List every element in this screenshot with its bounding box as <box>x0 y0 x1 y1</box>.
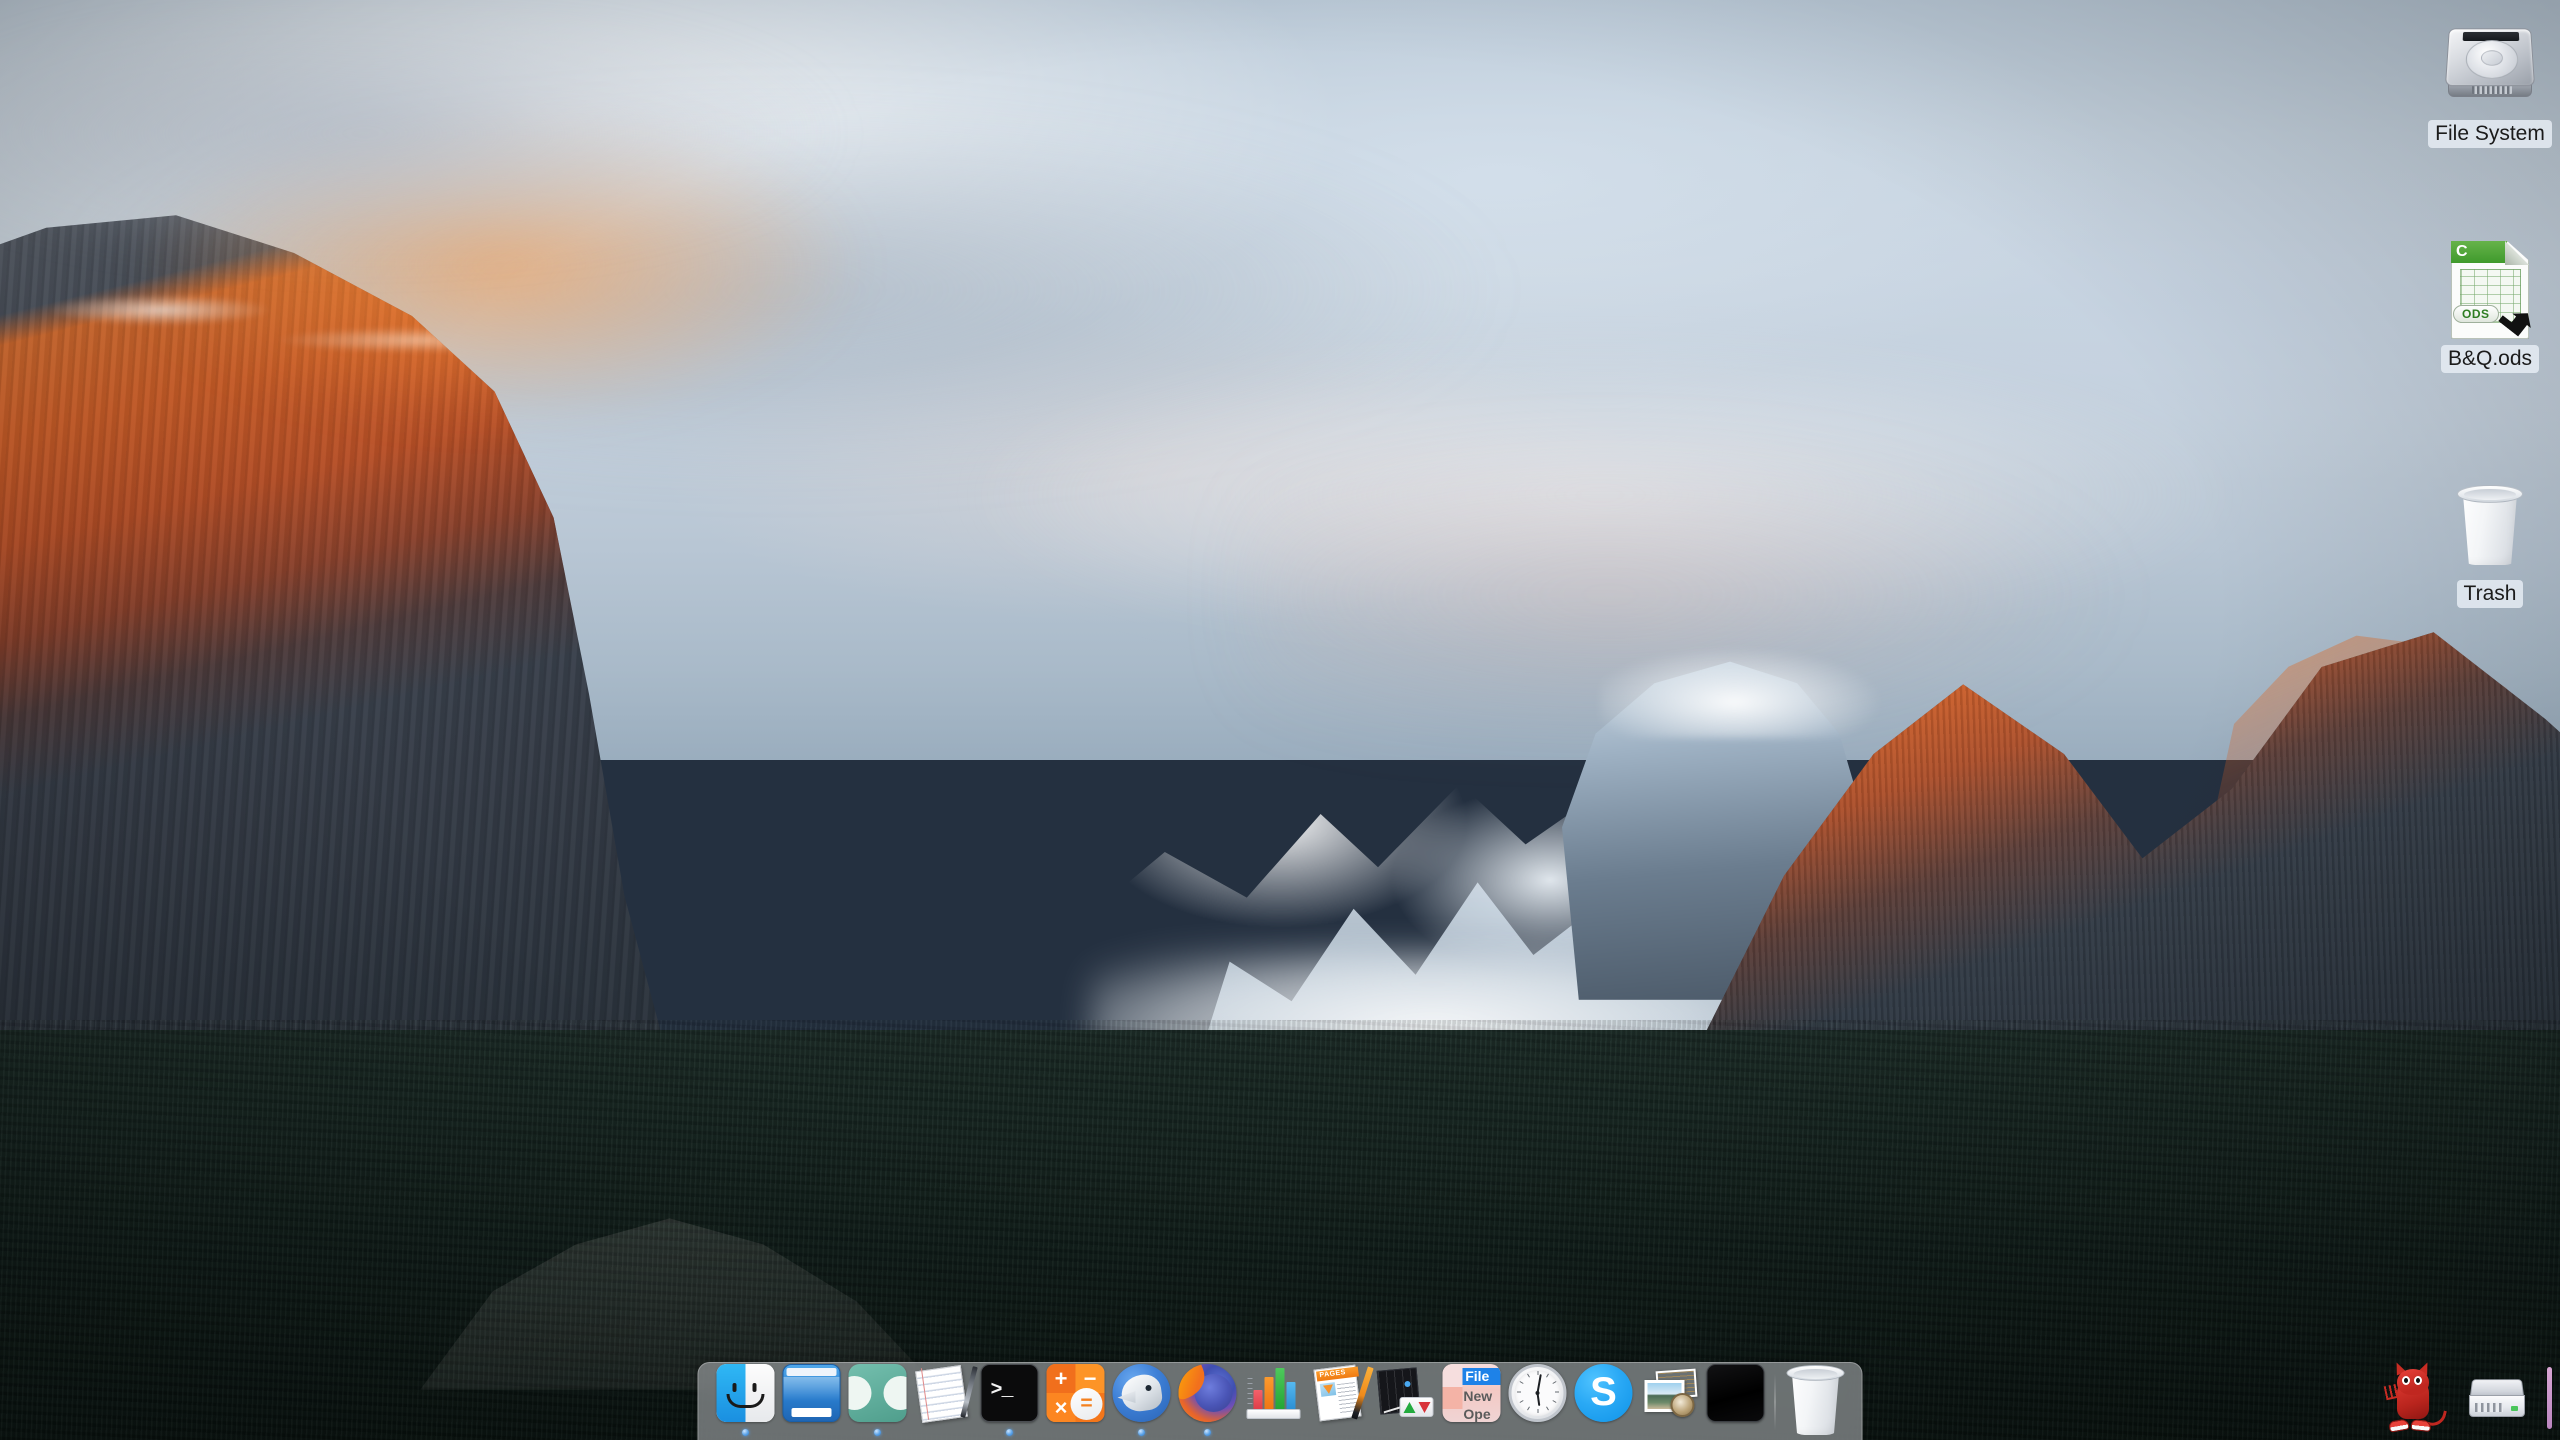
dock[interactable]: >_ + − × = PAGES File New Ope S <box>697 1362 1863 1440</box>
dock-item-terminal[interactable]: >_ <box>977 1362 1043 1440</box>
running-indicator <box>742 1429 749 1436</box>
contacts-icon <box>848 1364 907 1422</box>
dock-item-stocks[interactable] <box>1373 1362 1439 1440</box>
desktop-icon-label: File System <box>2428 120 2552 149</box>
stocks-icon <box>1376 1364 1435 1422</box>
menu-item-open: Ope <box>1463 1406 1491 1422</box>
firefox-icon <box>1178 1364 1237 1422</box>
clock-icon <box>1508 1364 1567 1422</box>
desktop-icon-file-system[interactable]: File System <box>2420 10 2560 149</box>
calc-equals-glyph: = <box>1070 1388 1103 1420</box>
desktop-icon-trash[interactable]: Trash <box>2420 470 2560 609</box>
finder-icon <box>716 1364 775 1422</box>
menu-item-new: New <box>1463 1388 1493 1404</box>
desktop-wallpaper[interactable] <box>0 0 2560 1440</box>
ods-badge: ODS <box>2453 305 2499 323</box>
dock-item-notes[interactable] <box>911 1362 978 1440</box>
file-manager-icon <box>782 1364 841 1422</box>
dark-app-icon <box>1706 1364 1765 1422</box>
dock-item-green-app[interactable] <box>845 1362 911 1440</box>
numbers-icon <box>1245 1364 1303 1422</box>
magnifier-icon <box>1670 1393 1695 1417</box>
dock-item-pages[interactable]: PAGES <box>1307 1362 1374 1440</box>
desktop-icon-bq-ods[interactable]: C ODS B&Q.ods <box>2420 235 2560 374</box>
desktop-icon-label: Trash <box>2456 580 2524 609</box>
dock-trash-icon <box>1786 1364 1845 1435</box>
dock-item-falkon[interactable] <box>1109 1362 1175 1440</box>
running-indicator <box>1204 1429 1211 1436</box>
text-cursor-icon <box>2547 1367 2552 1429</box>
dock-item-numbers[interactable] <box>1241 1362 1307 1440</box>
running-indicator <box>1006 1429 1013 1436</box>
running-indicator <box>1138 1429 1145 1436</box>
dock-item-menu-editor[interactable]: File New Ope <box>1439 1362 1505 1440</box>
dock-item-firefox[interactable] <box>1175 1362 1241 1440</box>
bsd-daemon-icon[interactable] <box>2383 1360 2447 1433</box>
notes-icon <box>915 1364 978 1423</box>
disk-drive-icon[interactable] <box>2469 1378 2525 1418</box>
falkon-icon <box>1112 1364 1171 1422</box>
skype-icon: S <box>1574 1364 1633 1422</box>
dock-item-black-app[interactable] <box>1703 1362 1769 1440</box>
dock-item-calculator[interactable]: + − × = <box>1043 1362 1109 1440</box>
dock-item-file-manager[interactable] <box>779 1362 845 1440</box>
pages-icon: PAGES <box>1311 1364 1374 1422</box>
dock-item-skype[interactable]: S <box>1571 1362 1637 1440</box>
terminal-icon: >_ <box>980 1364 1039 1422</box>
dock-item-trash[interactable] <box>1782 1362 1848 1440</box>
ods-letter: C <box>2456 243 2468 260</box>
preview-icon <box>1641 1364 1699 1422</box>
terminal-prompt-glyph: >_ <box>990 1379 1014 1402</box>
menu-editor-icon: File New Ope <box>1442 1364 1501 1422</box>
calculator-icon: + − × = <box>1046 1364 1105 1422</box>
vignette <box>0 0 2560 1440</box>
desktop-icon-label: B&Q.ods <box>2440 345 2540 374</box>
dock-separator <box>1774 1374 1776 1430</box>
dock-item-preview[interactable] <box>1637 1362 1703 1440</box>
hard-drive-icon <box>2420 10 2560 120</box>
stocks-down-arrow-icon <box>1418 1401 1430 1413</box>
running-indicator <box>874 1429 881 1436</box>
pitchfork-icon <box>2383 1383 2400 1401</box>
skype-letter: S <box>1590 1370 1617 1414</box>
menu-item-file: File <box>1465 1368 1490 1384</box>
trash-icon <box>2420 470 2560 580</box>
ods-spreadsheet-icon: C ODS <box>2420 235 2560 345</box>
system-tray[interactable] <box>2383 1360 2552 1434</box>
dock-item-clock[interactable] <box>1505 1362 1571 1440</box>
dock-item-finder[interactable] <box>713 1362 779 1440</box>
calc-plus-glyph: + <box>1046 1364 1076 1393</box>
stocks-up-arrow-icon <box>1403 1401 1415 1413</box>
